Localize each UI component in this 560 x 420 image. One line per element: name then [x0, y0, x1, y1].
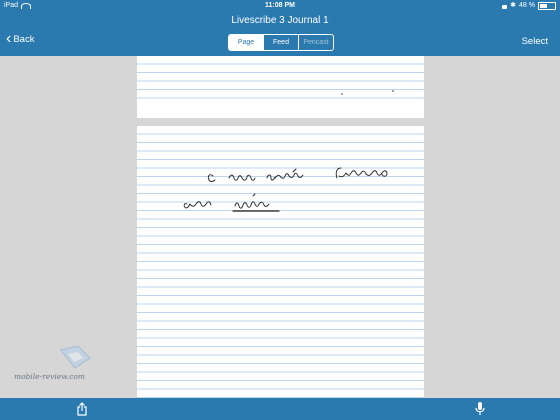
- watermark-text: mobile-review.com: [14, 372, 86, 381]
- handwriting-strokes: [183, 167, 388, 212]
- notebook-page-previous[interactable]: [137, 56, 424, 118]
- status-bar: iPad 11:08 PM ✱ 48 %: [0, 0, 560, 11]
- microphone-icon[interactable]: [474, 401, 486, 417]
- battery-icon: [538, 1, 556, 10]
- notebook-page-current[interactable]: [137, 126, 424, 398]
- battery-fill: [540, 3, 547, 8]
- chevron-left-icon: ‹: [6, 29, 12, 47]
- view-segmented-control: Page Feed Pencast: [228, 34, 334, 51]
- handwriting-marks: [341, 90, 394, 95]
- select-button[interactable]: Select: [522, 36, 548, 47]
- battery-percent: 48 %: [519, 2, 535, 9]
- status-time: 11:08 PM: [265, 2, 295, 9]
- segment-page[interactable]: Page: [229, 35, 263, 50]
- back-button[interactable]: ‹ Back: [6, 29, 35, 47]
- share-icon[interactable]: [76, 402, 88, 416]
- watermark-logo: [60, 345, 91, 369]
- back-label: Back: [13, 34, 35, 45]
- status-right: ✱ 48 %: [502, 0, 556, 11]
- bluetooth-icon: ✱: [510, 2, 517, 9]
- segment-feed[interactable]: Feed: [263, 35, 298, 50]
- segment-pencast: Pencast: [298, 35, 333, 50]
- navigation-bar: iPad 11:08 PM ✱ 48 % Livescribe 3 Journa…: [0, 0, 560, 56]
- page-title: Livescribe 3 Journal 1: [231, 15, 329, 26]
- bottom-toolbar: [0, 398, 560, 420]
- lock-icon: [502, 4, 508, 9]
